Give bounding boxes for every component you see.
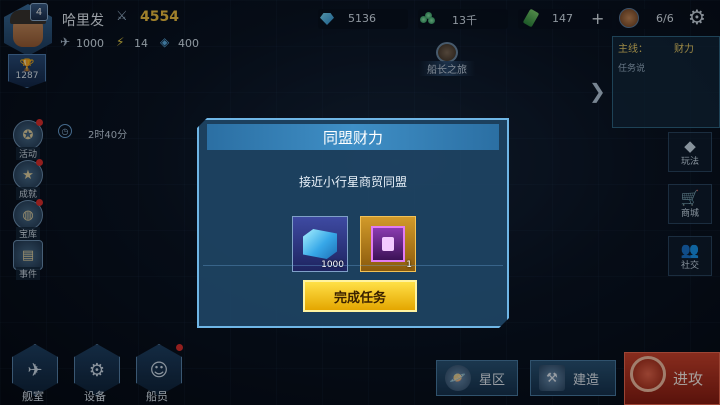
- dialog-header: 同盟财力: [207, 124, 499, 150]
- reward-item[interactable]: 1: [360, 216, 416, 272]
- reward-item[interactable]: 1000: [292, 216, 348, 272]
- dialog-divider: [203, 265, 503, 266]
- complete-task-button[interactable]: 完成任务: [303, 280, 417, 312]
- complete-task-label: 完成任务: [333, 290, 386, 306]
- dialog-title: 同盟财力: [322, 128, 383, 147]
- crystal-cube-icon: [303, 229, 337, 259]
- dialog-description: 接近小行星商贸同盟: [298, 175, 407, 189]
- magic-cube-icon: [371, 226, 405, 262]
